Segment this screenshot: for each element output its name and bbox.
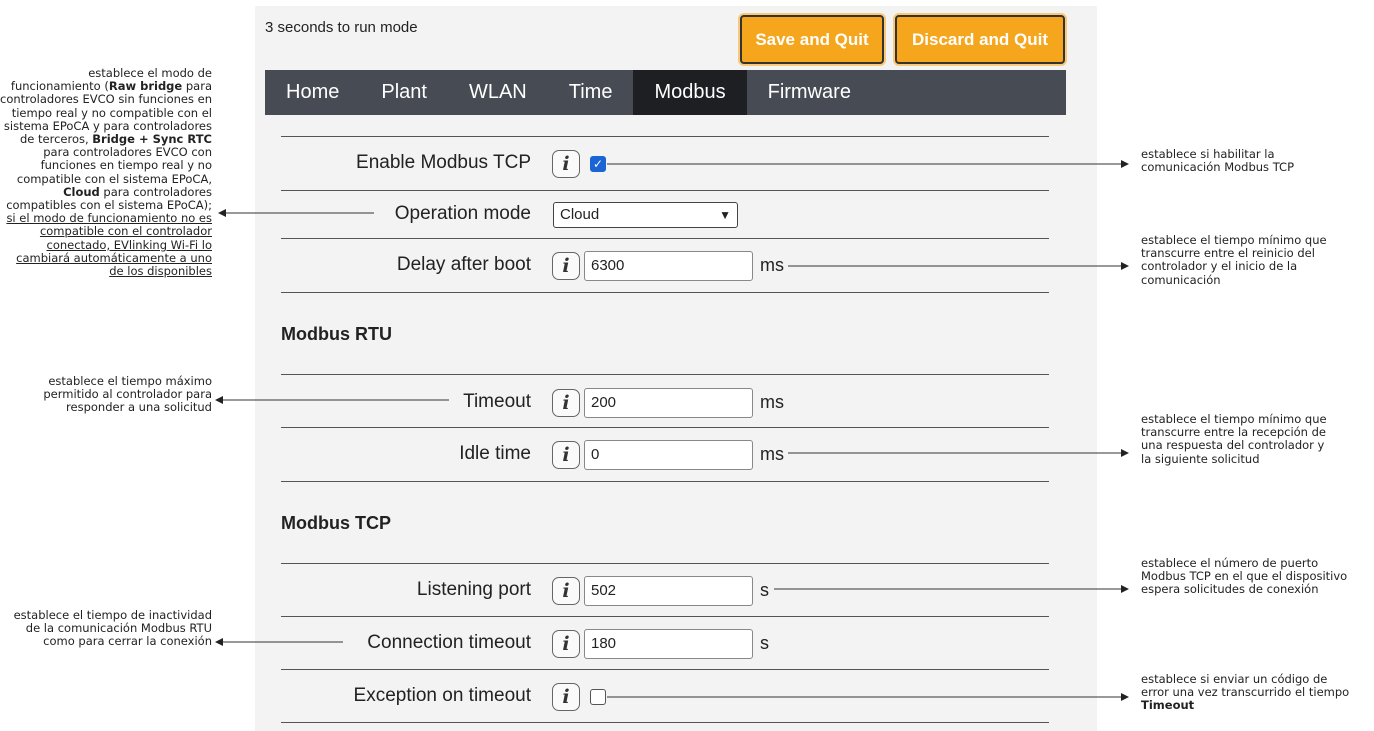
exception-on-timeout-note: establece si enviar un código de error u… [1141, 672, 1350, 713]
listening-port-note: establece el número de puerto Modbus TCP… [1141, 556, 1348, 597]
idle-time-note: establece el tiempo mínimo que transcurr… [1141, 412, 1327, 466]
connection-timeout-note: establece el tiempo de inactividad de la… [13, 608, 212, 649]
enable-tcp-note: establece si habilitar la comunicación M… [1141, 147, 1295, 175]
delay-after-boot-note: establece el tiempo mínimo que transcurr… [1141, 233, 1327, 287]
timeout-note: establece el tiempo máximo permitido al … [43, 374, 212, 415]
operation-mode-note: establece el modo de funcionamiento (Raw… [0, 66, 212, 279]
